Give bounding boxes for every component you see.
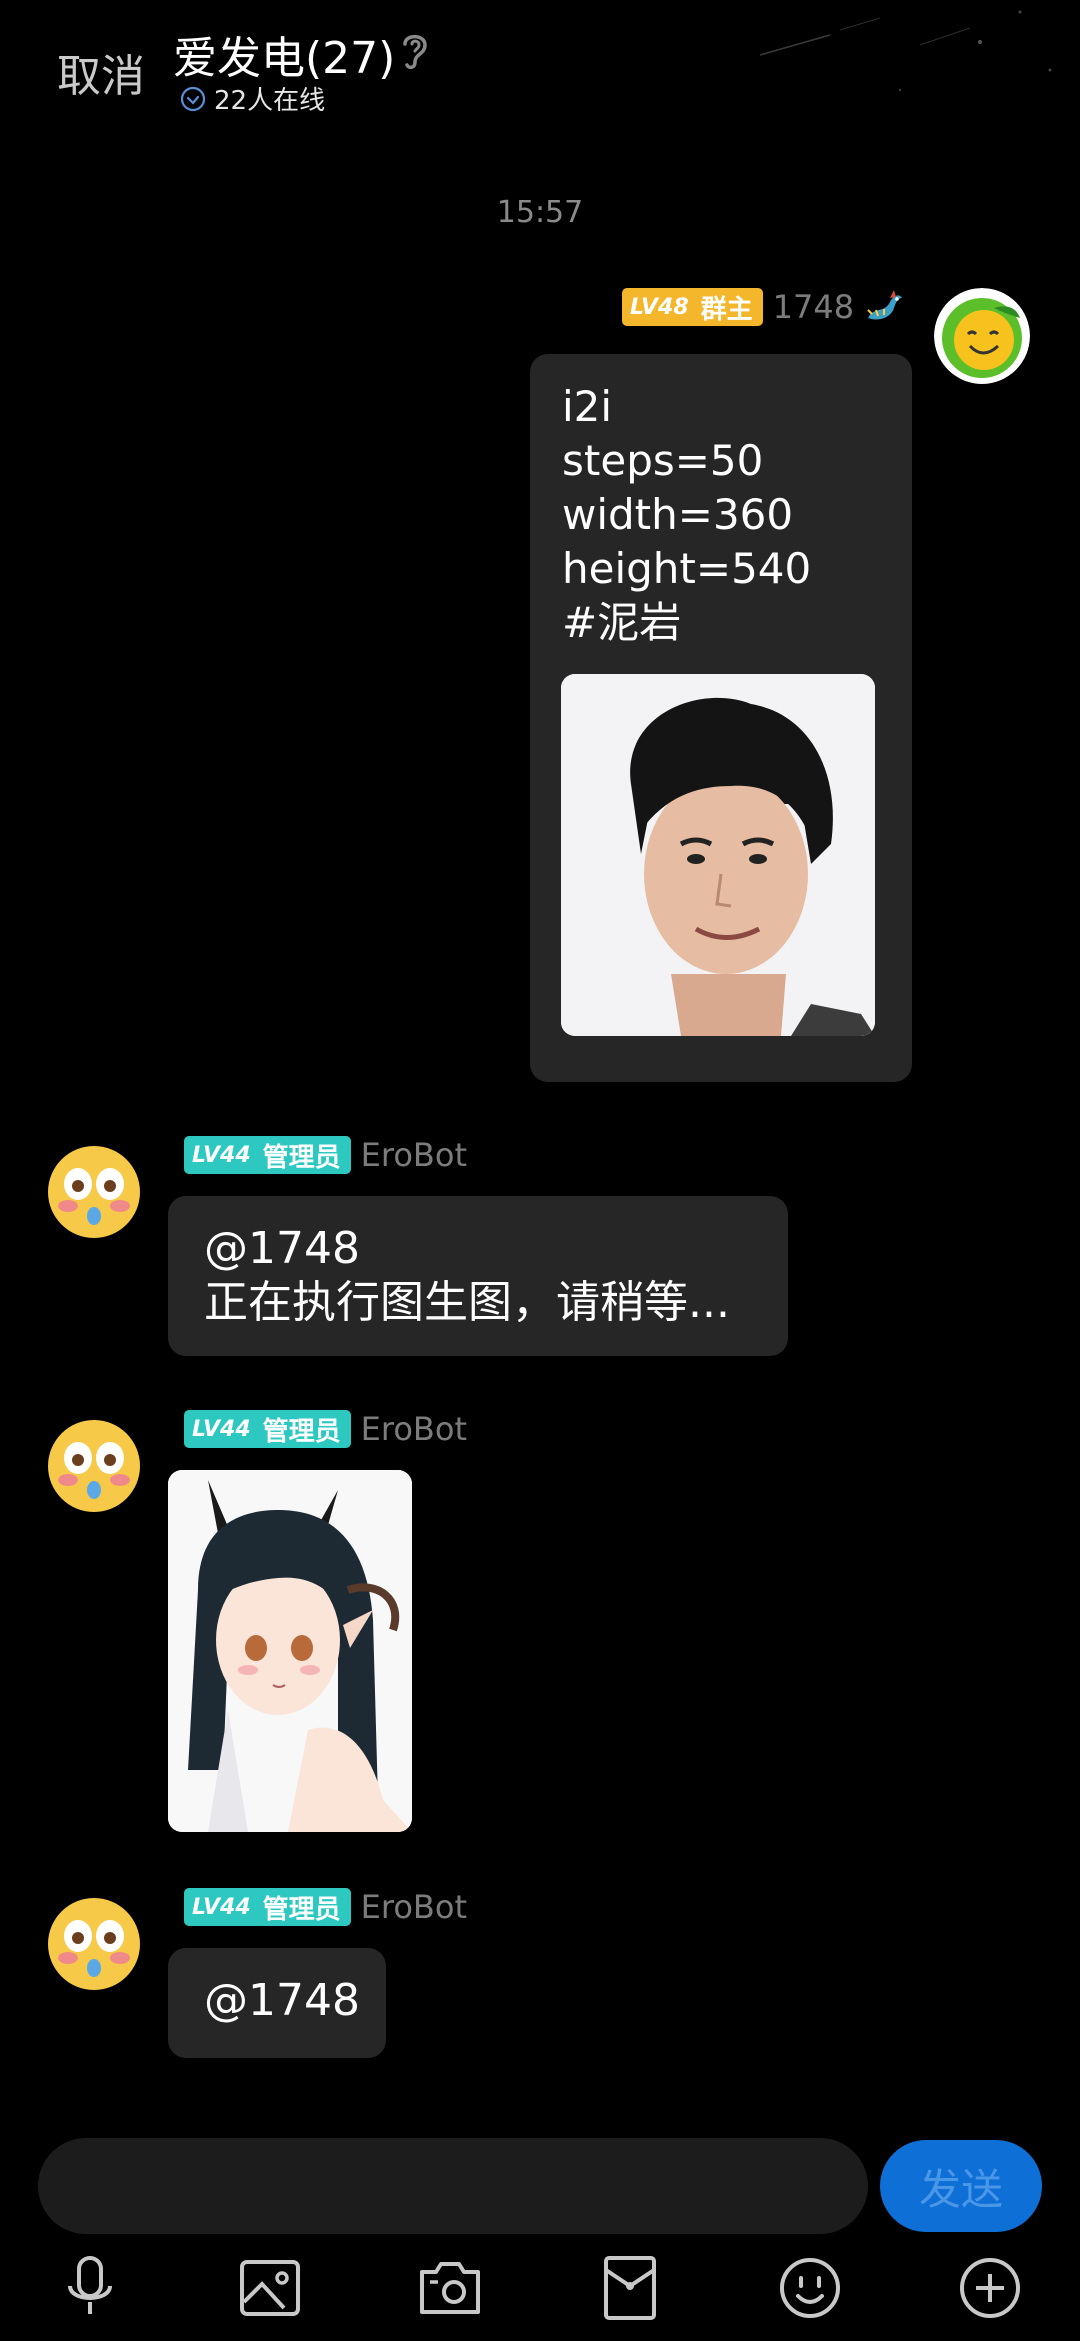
avatar-image [934,288,1030,384]
online-count: 22人在线 [214,86,326,116]
group-title[interactable]: 爱发电(27) [173,22,395,86]
dragon-icon [867,290,903,320]
sender-line: LV48 群主 1748 [622,288,906,326]
check-circle-icon [180,86,206,111]
message-bubble[interactable]: @1748 正在执行图生图，请稍等... [168,1196,788,1356]
message-timestamp: 15:57 [496,195,584,230]
sender-line: LV44 管理员 EroBot [184,1136,467,1174]
sender-name[interactable]: EroBot [361,1888,467,1926]
admin-badge: LV44 管理员 [184,1136,351,1174]
message-text: @1748 [204,1975,360,2026]
flushed-face-icon [48,1146,140,1238]
microphone-icon[interactable] [54,2252,126,2324]
chat-screen: 取消 爱发电(27) 22人在线 15:57 LV48 群主 1748 i2i … [0,0,1080,2341]
sender-line: LV44 管理员 EroBot [184,1888,467,1926]
generated-image[interactable] [168,1470,412,1832]
message-input[interactable] [38,2138,868,2234]
sender-name[interactable]: 1748 [773,288,854,326]
red-packet-icon[interactable] [594,2252,666,2324]
sender-name[interactable]: EroBot [361,1410,467,1448]
message-bubble[interactable]: i2i steps=50 width=360 height=540 #泥岩 [530,354,912,1082]
avatar[interactable] [46,1144,142,1240]
avatar[interactable] [934,288,1030,384]
online-status: 22人在线 [180,80,325,117]
starry-background [759,10,1052,92]
role-label: 群主 [700,294,753,325]
admin-badge: LV44 管理员 [184,1888,351,1926]
level-label: LV44 [192,1894,251,1920]
flushed-face-icon [48,1420,140,1512]
role-label: 管理员 [262,1416,341,1447]
role-label: 管理员 [262,1894,341,1925]
cancel-button[interactable]: 取消 [57,40,145,104]
admin-badge: LV44 管理员 [184,1410,351,1448]
flushed-face-icon [48,1898,140,1990]
owner-badge: LV48 群主 [622,288,763,326]
level-label: LV44 [192,1416,251,1442]
role-label: 管理员 [262,1142,341,1173]
avatar[interactable] [46,1896,142,1992]
level-label: LV48 [630,294,689,320]
plus-icon[interactable] [954,2252,1026,2324]
send-button[interactable]: 发送 [880,2140,1042,2232]
message-bubble[interactable]: @1748 [168,1948,386,2058]
portrait-image [561,674,875,1036]
avatar[interactable] [46,1418,142,1514]
message-text: i2i steps=50 width=360 height=540 #泥岩 [562,382,812,647]
level-label: LV44 [192,1142,251,1168]
message-text: @1748 正在执行图生图，请稍等... [204,1223,730,1328]
emoji-icon[interactable] [774,2252,846,2324]
anime-girl-image [168,1470,412,1832]
sender-name[interactable]: EroBot [361,1136,467,1174]
camera-icon[interactable] [414,2252,486,2324]
attached-photo[interactable] [561,674,875,1036]
image-icon[interactable] [234,2252,306,2324]
ear-icon[interactable] [395,28,435,72]
sender-line: LV44 管理员 EroBot [184,1410,467,1448]
chat-header: 取消 爱发电(27) 22人在线 [0,0,1080,170]
